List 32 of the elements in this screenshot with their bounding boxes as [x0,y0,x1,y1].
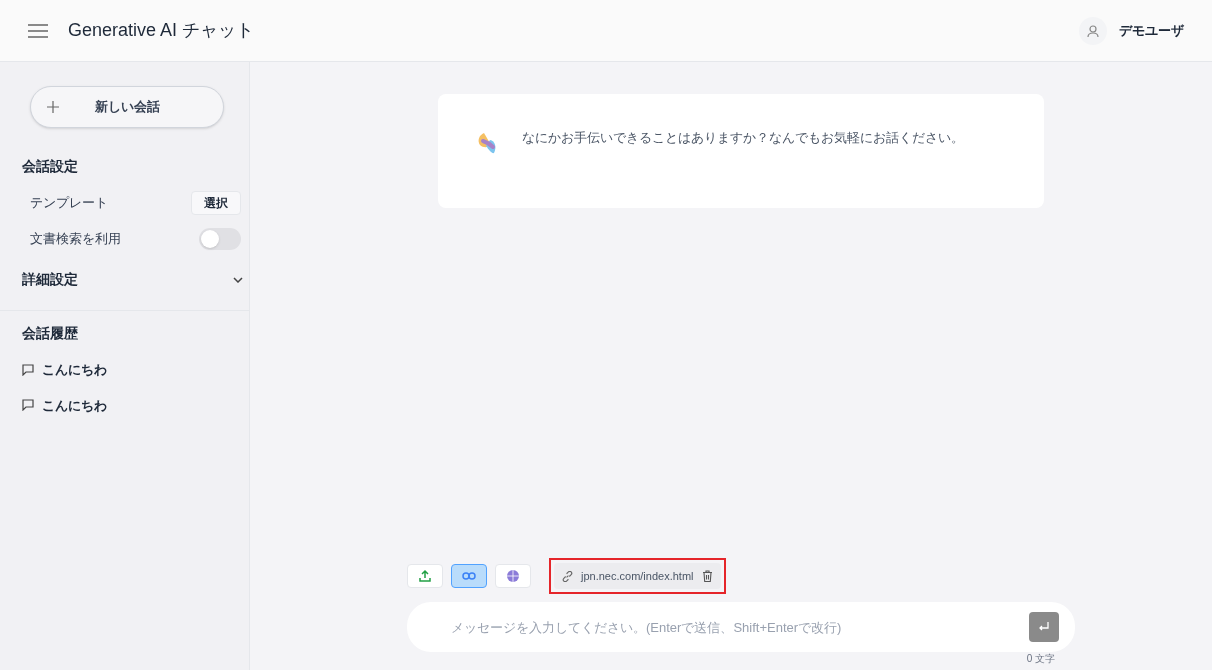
upload-icon [418,569,432,583]
enter-icon [1038,621,1050,633]
toggle-switch[interactable] [199,228,241,250]
chevron-icon[interactable] [233,276,243,283]
section-title: 会話設定 [22,157,79,176]
link-icon [562,570,573,582]
chat-bubble-icon [22,399,34,412]
section-title: 詳細設定 [22,270,78,289]
new-chat-button[interactable]: 新しい会話 [30,86,224,128]
web-button[interactable] [495,564,531,588]
message-input[interactable]: メッセージを入力してください。(Enterで送信、Shift+Enterで改行) [407,602,1075,652]
globe-icon [506,569,520,583]
trash-icon[interactable] [701,570,713,582]
upload-button[interactable] [407,564,443,588]
link-icon [462,571,476,581]
setting-label: 文書検索を利用 [30,230,121,249]
select-button[interactable]: 選択 [191,191,241,215]
chat-bubble-icon [22,363,34,376]
history-item[interactable]: こんにちわ [42,395,107,415]
character-count: 0 文字 [1026,652,1055,666]
link-button[interactable] [451,564,487,588]
plus-icon [47,101,59,113]
app-title: Generative AI チャット [68,19,255,42]
menu-icon[interactable] [28,23,48,38]
message-text: なにかお手伝いできることはありますか？なんでもお気軽にお話ください。 [522,129,965,147]
url-text: jpn.nec.com/index.html [581,568,694,584]
send-button[interactable] [1029,612,1059,642]
user-avatar-icon[interactable] [1079,16,1107,45]
section-title: 会話履歴 [22,324,79,343]
history-item[interactable]: こんにちわ [42,360,107,380]
user-name: デモユーザ [1119,21,1184,40]
setting-label: テンプレート [30,194,108,213]
